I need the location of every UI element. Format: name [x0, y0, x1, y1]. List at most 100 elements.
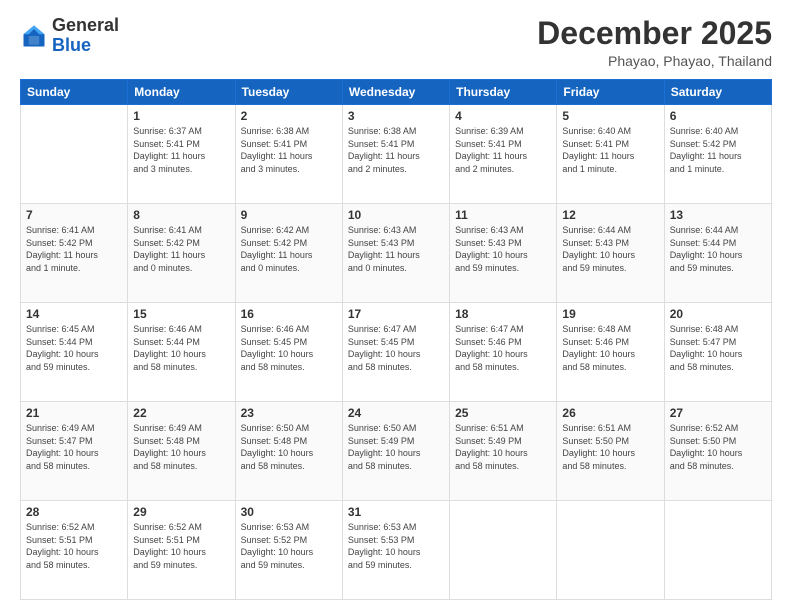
day-info: Sunrise: 6:39 AMSunset: 5:41 PMDaylight:… — [455, 125, 551, 175]
calendar-cell: 31 Sunrise: 6:53 AMSunset: 5:53 PMDayligh… — [342, 501, 449, 600]
day-info: Sunrise: 6:51 AMSunset: 5:50 PMDaylight:… — [562, 422, 658, 472]
calendar-cell: 2 Sunrise: 6:38 AMSunset: 5:41 PMDaylight… — [235, 105, 342, 204]
calendar-cell: 19Sunrise: 6:48 AMSunset: 5:46 PMDayligh… — [557, 303, 664, 402]
day-number: 4 — [455, 109, 551, 123]
day-number: 19 — [562, 307, 658, 321]
calendar-cell — [21, 105, 128, 204]
calendar-cell: 11 Sunrise: 6:43 AMSunset: 5:43 PMDayligh… — [450, 204, 557, 303]
calendar-cell: 6 Sunrise: 6:40 AMSunset: 5:42 PMDaylight… — [664, 105, 771, 204]
calendar-cell: 25 Sunrise: 6:51 AMSunset: 5:49 PMDayligh… — [450, 402, 557, 501]
day-info: Sunrise: 6:47 AMSunset: 5:45 PMDaylight:… — [348, 323, 444, 373]
calendar-cell: 4 Sunrise: 6:39 AMSunset: 5:41 PMDaylight… — [450, 105, 557, 204]
day-number: 28 — [26, 505, 122, 519]
day-number: 20 — [670, 307, 766, 321]
header: General Blue December 2025 Phayao, Phaya… — [20, 16, 772, 69]
day-info: Sunrise: 6:46 AMSunset: 5:44 PMDaylight:… — [133, 323, 229, 373]
title-block: December 2025 Phayao, Phayao, Thailand — [537, 16, 772, 69]
day-info: Sunrise: 6:49 AMSunset: 5:47 PMDaylight:… — [26, 422, 122, 472]
week-row-2: 7 Sunrise: 6:41 AMSunset: 5:42 PMDaylight… — [21, 204, 772, 303]
col-header-wednesday: Wednesday — [342, 80, 449, 105]
day-info: Sunrise: 6:43 AMSunset: 5:43 PMDaylight:… — [455, 224, 551, 274]
day-number: 1 — [133, 109, 229, 123]
day-info: Sunrise: 6:52 AMSunset: 5:51 PMDaylight:… — [26, 521, 122, 571]
calendar-cell: 29 Sunrise: 6:52 AMSunset: 5:51 PMDayligh… — [128, 501, 235, 600]
day-number: 8 — [133, 208, 229, 222]
day-number: 3 — [348, 109, 444, 123]
day-number: 7 — [26, 208, 122, 222]
calendar-table: SundayMondayTuesdayWednesdayThursdayFrid… — [20, 79, 772, 600]
col-header-sunday: Sunday — [21, 80, 128, 105]
month-title: December 2025 — [537, 16, 772, 51]
day-number: 2 — [241, 109, 337, 123]
day-info: Sunrise: 6:51 AMSunset: 5:49 PMDaylight:… — [455, 422, 551, 472]
day-info: Sunrise: 6:41 AMSunset: 5:42 PMDaylight:… — [133, 224, 229, 274]
day-info: Sunrise: 6:52 AMSunset: 5:50 PMDaylight:… — [670, 422, 766, 472]
day-number: 31 — [348, 505, 444, 519]
calendar-cell: 14 Sunrise: 6:45 AMSunset: 5:44 PMDayligh… — [21, 303, 128, 402]
calendar-cell: 22 Sunrise: 6:49 AMSunset: 5:48 PMDayligh… — [128, 402, 235, 501]
col-header-friday: Friday — [557, 80, 664, 105]
calendar-cell: 20Sunrise: 6:48 AMSunset: 5:47 PMDayligh… — [664, 303, 771, 402]
day-number: 24 — [348, 406, 444, 420]
logo-general-text: General — [52, 15, 119, 35]
day-info: Sunrise: 6:38 AMSunset: 5:41 PMDaylight:… — [348, 125, 444, 175]
calendar-cell: 18 Sunrise: 6:47 AMSunset: 5:46 PMDayligh… — [450, 303, 557, 402]
page: General Blue December 2025 Phayao, Phaya… — [0, 0, 792, 612]
calendar-cell: 24Sunrise: 6:50 AMSunset: 5:49 PMDayligh… — [342, 402, 449, 501]
calendar-cell: 10 Sunrise: 6:43 AMSunset: 5:43 PMDayligh… — [342, 204, 449, 303]
location: Phayao, Phayao, Thailand — [537, 53, 772, 69]
col-header-saturday: Saturday — [664, 80, 771, 105]
day-number: 12 — [562, 208, 658, 222]
day-info: Sunrise: 6:46 AMSunset: 5:45 PMDaylight:… — [241, 323, 337, 373]
col-header-monday: Monday — [128, 80, 235, 105]
week-row-5: 28 Sunrise: 6:52 AMSunset: 5:51 PMDayligh… — [21, 501, 772, 600]
day-info: Sunrise: 6:40 AMSunset: 5:42 PMDaylight:… — [670, 125, 766, 175]
day-info: Sunrise: 6:38 AMSunset: 5:41 PMDaylight:… — [241, 125, 337, 175]
day-number: 30 — [241, 505, 337, 519]
day-number: 29 — [133, 505, 229, 519]
day-info: Sunrise: 6:43 AMSunset: 5:43 PMDaylight:… — [348, 224, 444, 274]
calendar-cell: 30Sunrise: 6:53 AMSunset: 5:52 PMDayligh… — [235, 501, 342, 600]
calendar-cell: 8 Sunrise: 6:41 AMSunset: 5:42 PMDaylight… — [128, 204, 235, 303]
day-info: Sunrise: 6:42 AMSunset: 5:42 PMDaylight:… — [241, 224, 337, 274]
day-info: Sunrise: 6:47 AMSunset: 5:46 PMDaylight:… — [455, 323, 551, 373]
day-number: 18 — [455, 307, 551, 321]
day-number: 9 — [241, 208, 337, 222]
day-info: Sunrise: 6:44 AMSunset: 5:43 PMDaylight:… — [562, 224, 658, 274]
day-number: 10 — [348, 208, 444, 222]
day-info: Sunrise: 6:50 AMSunset: 5:48 PMDaylight:… — [241, 422, 337, 472]
day-info: Sunrise: 6:52 AMSunset: 5:51 PMDaylight:… — [133, 521, 229, 571]
day-number: 27 — [670, 406, 766, 420]
calendar-cell: 26 Sunrise: 6:51 AMSunset: 5:50 PMDayligh… — [557, 402, 664, 501]
calendar-header-row: SundayMondayTuesdayWednesdayThursdayFrid… — [21, 80, 772, 105]
week-row-1: 1Sunrise: 6:37 AMSunset: 5:41 PMDaylight… — [21, 105, 772, 204]
day-number: 5 — [562, 109, 658, 123]
calendar-cell: 5Sunrise: 6:40 AMSunset: 5:41 PMDaylight… — [557, 105, 664, 204]
calendar-cell: 12 Sunrise: 6:44 AMSunset: 5:43 PMDayligh… — [557, 204, 664, 303]
day-number: 21 — [26, 406, 122, 420]
calendar-cell: 16 Sunrise: 6:46 AMSunset: 5:45 PMDayligh… — [235, 303, 342, 402]
day-number: 14 — [26, 307, 122, 321]
day-number: 16 — [241, 307, 337, 321]
day-number: 17 — [348, 307, 444, 321]
day-info: Sunrise: 6:44 AMSunset: 5:44 PMDaylight:… — [670, 224, 766, 274]
day-info: Sunrise: 6:49 AMSunset: 5:48 PMDaylight:… — [133, 422, 229, 472]
day-number: 26 — [562, 406, 658, 420]
calendar-cell: 3 Sunrise: 6:38 AMSunset: 5:41 PMDaylight… — [342, 105, 449, 204]
calendar-cell: 23Sunrise: 6:50 AMSunset: 5:48 PMDayligh… — [235, 402, 342, 501]
day-info: Sunrise: 6:53 AMSunset: 5:53 PMDaylight:… — [348, 521, 444, 571]
logo-text: General Blue — [52, 16, 119, 56]
calendar-cell: 13Sunrise: 6:44 AMSunset: 5:44 PMDayligh… — [664, 204, 771, 303]
calendar-cell: 28 Sunrise: 6:52 AMSunset: 5:51 PMDayligh… — [21, 501, 128, 600]
day-info: Sunrise: 6:45 AMSunset: 5:44 PMDaylight:… — [26, 323, 122, 373]
calendar-cell: 1Sunrise: 6:37 AMSunset: 5:41 PMDaylight… — [128, 105, 235, 204]
day-number: 25 — [455, 406, 551, 420]
day-number: 6 — [670, 109, 766, 123]
calendar-cell — [450, 501, 557, 600]
day-info: Sunrise: 6:41 AMSunset: 5:42 PMDaylight:… — [26, 224, 122, 274]
calendar-cell: 9 Sunrise: 6:42 AMSunset: 5:42 PMDaylight… — [235, 204, 342, 303]
week-row-4: 21 Sunrise: 6:49 AMSunset: 5:47 PMDayligh… — [21, 402, 772, 501]
day-number: 22 — [133, 406, 229, 420]
logo-blue-text: Blue — [52, 35, 91, 55]
day-number: 11 — [455, 208, 551, 222]
